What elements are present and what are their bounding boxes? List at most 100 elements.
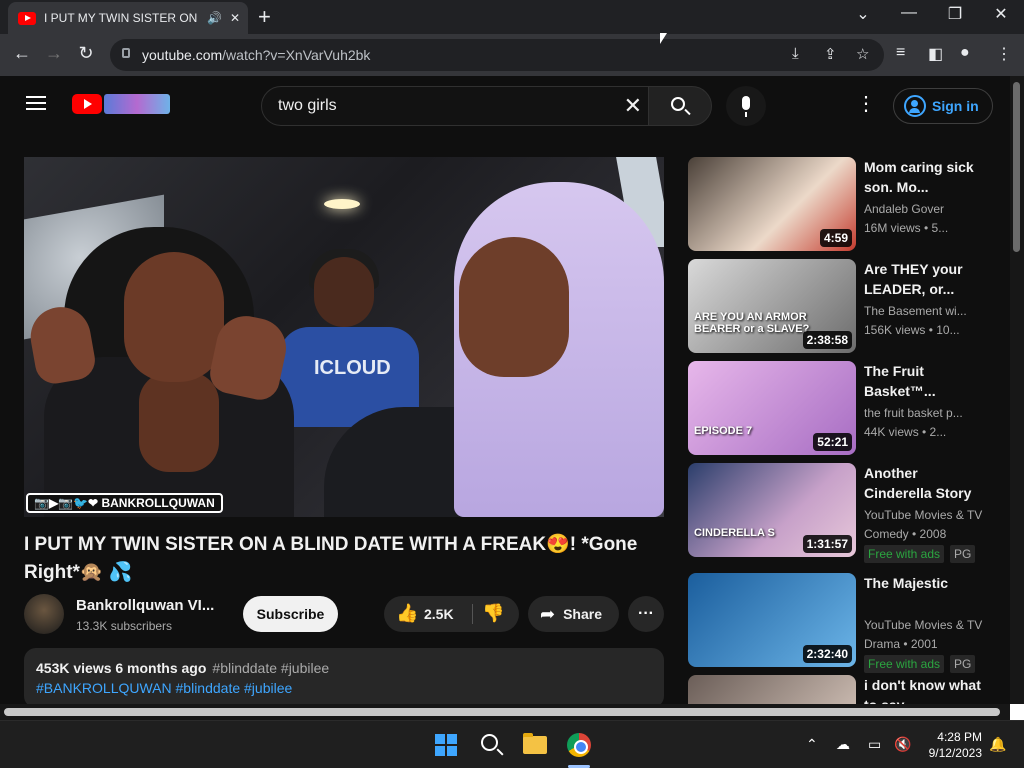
rec-views: 44K views • 2... [864,425,947,439]
chrome-icon[interactable] [567,733,591,757]
system-clock[interactable]: 4:28 PM 9/12/2023 [910,729,982,761]
channel-watermark: 📷▶📷🐦❤ BANKROLLQUWAN [26,493,223,513]
sign-in-button[interactable]: Sign in [893,88,993,124]
back-passenger-face [314,257,374,327]
rec-title[interactable]: Mom caring sick son. Mo... [864,157,988,197]
subscribe-button[interactable]: Subscribe [243,596,338,632]
rating-badge: PG [950,655,976,673]
rec-title[interactable]: The Fruit Basket™... [864,361,988,401]
video-title: I PUT MY TWIN SISTER ON A BLIND DATE WIT… [24,534,638,583]
thumbnail[interactable]: ARE YOU AN ARMOR BEARER or a SLAVE? 2:38… [688,259,856,353]
like-dislike-bar: 👍 2.5K 👎 [384,596,519,632]
youtube-favicon-icon [18,11,36,25]
share-label: Share [563,606,603,622]
profile-icon[interactable]: ● [960,44,970,62]
clock-date: 9/12/2023 [928,746,982,760]
windows-taskbar: ⌃ ☁ ▭ 🔇 4:28 PM 9/12/2023 🔔 [0,720,1024,768]
scroll-corner [1010,704,1024,720]
thumbs-down-icon[interactable]: 👎 [482,603,504,624]
thumbnail[interactable]: 2:32:40 [688,573,856,667]
thumbnail-text: EPISODE 7 [694,425,753,437]
shirt-text: ICLOUD [314,357,391,379]
search-icon [671,97,685,111]
chrome-menu-icon[interactable]: ⋮ [996,44,1012,64]
side-panel-icon[interactable]: ◧ [928,44,943,64]
video-player[interactable]: ICLOUD 📷▶📷🐦❤ BANKROLLQUWAN [24,157,664,517]
rec-title[interactable]: The Majestic [864,573,988,593]
address-bar[interactable]: youtube.com/watch?v=XnVarVuh2bk ⤓ ⇪ ☆ [110,39,884,71]
channel-name[interactable]: Bankrollquwan VI... [76,597,214,614]
thumbnail[interactable]: 4:59 [688,157,856,251]
reload-icon[interactable]: ↻ [74,43,98,64]
taskbar-search-icon[interactable] [481,734,498,751]
rec-views: Drama • 2001 [864,637,938,651]
voice-search-button[interactable] [726,86,766,126]
thumbnail[interactable]: EPISODE 7 52:21 [688,361,856,455]
right-person-face [459,237,569,377]
youtube-header: two girls ✕ ⋮ Sign in [0,76,1010,134]
clear-search-icon[interactable]: ✕ [624,93,642,119]
sign-in-label: Sign in [932,98,979,114]
rec-channel[interactable]: The Basement wi... [864,304,988,318]
network-icon[interactable]: ▭ [868,736,881,753]
notification-bell-icon[interactable]: 🔔 [989,736,1006,753]
recommendation-item[interactable]: i don't know what to say [688,675,998,704]
start-button[interactable] [435,734,457,756]
share-page-icon[interactable]: ⇪ [824,45,837,63]
tab-title: I PUT MY TWIN SISTER ON A BLIND DATE WIT… [44,11,199,25]
description-hashtags[interactable]: #BANKROLLQUWAN #blinddate #jubilee [36,680,652,696]
free-with-ads-badge: Free with ads [864,655,945,673]
youtube-doodle[interactable] [104,94,170,114]
tab-close-icon[interactable]: ✕ [230,11,240,25]
volume-muted-icon[interactable]: 🔇 [894,736,911,753]
rec-title[interactable]: i don't know what to say [864,675,988,704]
search-query: two girls [278,97,337,114]
mouse-cursor [660,33,667,44]
bookmark-star-icon[interactable]: ☆ [856,45,869,63]
like-divider [472,604,473,624]
duration: 2:38:58 [802,331,852,349]
browser-tab[interactable]: I PUT MY TWIN SISTER ON A BLIND DATE WIT… [8,2,248,34]
new-tab-button[interactable]: + [258,6,271,28]
search-button[interactable] [648,86,712,126]
restore-button[interactable]: ❐ [940,4,970,24]
file-explorer-icon[interactable] [523,733,547,754]
lock-icon[interactable] [122,48,130,58]
menu-icon[interactable] [26,96,46,110]
rec-channel[interactable]: YouTube Movies & TV [864,508,988,522]
onedrive-icon[interactable]: ☁ [836,736,850,753]
like-count[interactable]: 2.5K [424,606,454,622]
youtube-logo[interactable] [72,94,102,114]
install-icon[interactable]: ⤓ [792,45,799,62]
settings-more-icon[interactable]: ⋮ [856,92,876,116]
chevron-up-icon[interactable]: ⌃ [806,736,818,753]
more-actions-button[interactable]: ··· [628,596,664,632]
share-button[interactable]: ➦ Share [528,596,619,632]
scroll-thumb[interactable] [1013,82,1020,252]
back-arrow-icon[interactable]: ← [10,43,34,64]
horizontal-scrollbar[interactable] [0,704,1010,720]
rec-title[interactable]: Are THEY your LEADER, or... [864,259,988,299]
close-window-button[interactable]: ✕ [986,4,1016,24]
tab-search-icon[interactable]: ⌄ [848,4,878,24]
channel-avatar[interactable] [24,594,64,634]
rec-channel[interactable]: the fruit basket p... [864,406,988,420]
duration: 4:59 [819,229,852,247]
media-controls-icon[interactable]: ≡ [896,44,905,62]
thumbnail-text: CINDERELLA S [694,527,775,539]
scroll-thumb[interactable] [4,708,1000,716]
minimize-button[interactable]: — [894,4,924,22]
rec-title[interactable]: Another Cinderella Story [864,463,988,503]
search-input[interactable]: two girls ✕ [261,86,649,126]
views-and-age: 453K views 6 months ago #blinddate #jubil… [36,660,330,676]
thumbs-up-icon[interactable]: 👍 [396,603,418,624]
rec-channel[interactable]: Andaleb Gover [864,202,988,216]
thumbnail[interactable] [688,675,856,704]
free-with-ads-badge: Free with ads [864,545,945,563]
speaker-icon[interactable]: 🔊 [207,11,222,25]
vertical-scrollbar[interactable] [1010,76,1024,704]
thumbnail[interactable]: CINDERELLA S 1:31:57 [688,463,856,557]
description-box[interactable]: 453K views 6 months ago #blinddate #jubil… [24,648,664,708]
rec-channel[interactable]: YouTube Movies & TV [864,618,988,632]
forward-arrow-icon[interactable]: → [42,43,66,64]
